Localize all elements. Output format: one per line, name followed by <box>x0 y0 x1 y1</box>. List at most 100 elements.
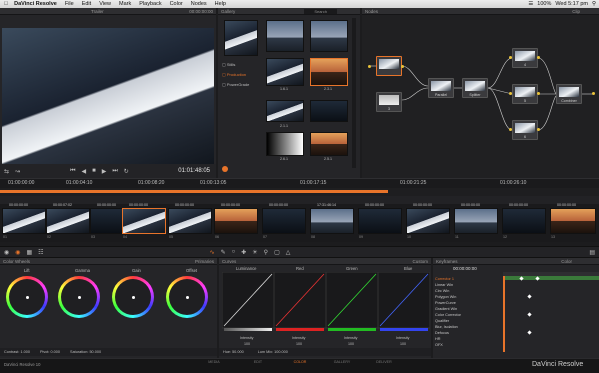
still-4[interactable] <box>310 58 348 86</box>
red-intensity-value[interactable]: 100 <box>296 342 302 346</box>
primaries-mode[interactable]: Primaries <box>195 259 214 264</box>
pivot-value[interactable]: Pivot: 0.000 <box>40 350 60 354</box>
apple-menu-icon[interactable]:  <box>0 1 12 7</box>
clip-10[interactable]: 00:00:00:00 10 <box>406 203 450 239</box>
album-stills[interactable]: ▢ Stills <box>222 62 235 67</box>
curves-graph[interactable] <box>222 272 430 332</box>
sizing-icon[interactable]: ▢ <box>274 249 280 256</box>
clip-04[interactable]: 00:00:00:00 04 <box>122 203 166 239</box>
stop-icon[interactable]: ■ <box>92 168 96 174</box>
clock[interactable]: Wed 5:17 pm <box>555 1 588 7</box>
timeline-ruler[interactable]: 01:00:00:00 01:00:04:10 01:00:08:20 01:0… <box>0 178 599 188</box>
still-1[interactable] <box>266 20 304 52</box>
menu-playback[interactable]: Playback <box>135 1 165 7</box>
clip-08[interactable]: 17:31:46:14 08 <box>310 203 354 239</box>
kf-row-ofx[interactable]: OFX <box>432 342 598 348</box>
red-slider[interactable] <box>276 328 324 331</box>
skip-end-icon[interactable]: ⏭ <box>112 168 117 175</box>
album-powergrade[interactable]: ▢ PowerGrade <box>222 82 249 87</box>
app-menu[interactable]: DaVinci Resolve <box>12 1 61 7</box>
node-4-out[interactable] <box>537 56 540 59</box>
blue-intensity-value[interactable]: 100 <box>400 342 406 346</box>
clip-09[interactable]: 00:00:00:00 09 <box>358 203 402 239</box>
color-wheels-icon[interactable]: ◉ <box>15 249 20 256</box>
lift-wheel[interactable] <box>6 276 48 318</box>
page-deliver[interactable]: DELIVER <box>370 360 398 364</box>
page-color[interactable]: COLOR <box>286 360 314 364</box>
node-splitter[interactable]: Splitter <box>462 78 488 98</box>
menu-color[interactable]: Color <box>166 1 187 7</box>
clip-05[interactable]: 00:00:00:00 05 <box>168 203 212 239</box>
clip-02[interactable]: 00:00:07:02 02 <box>46 203 90 239</box>
menu-view[interactable]: View <box>95 1 115 7</box>
gallery-search-input[interactable]: Search <box>304 8 337 14</box>
node-5-out[interactable] <box>537 92 540 95</box>
clip-01[interactable]: 00:00:00:00 01 <box>2 203 46 239</box>
green-intensity-value[interactable]: 100 <box>348 342 354 346</box>
window-icon[interactable]: ○ <box>232 249 236 255</box>
gamma-wheel[interactable] <box>58 276 100 318</box>
still-8[interactable] <box>310 132 348 156</box>
curves-icon[interactable]: ∿ <box>210 249 215 256</box>
page-gallery[interactable]: GALLERY <box>328 360 356 364</box>
node-input-dot[interactable] <box>368 65 371 68</box>
node-4[interactable]: 4 <box>512 48 538 68</box>
gain-wheel[interactable] <box>112 276 154 318</box>
3d-icon[interactable]: △ <box>286 249 291 256</box>
node-6-in[interactable] <box>509 128 512 131</box>
node-3[interactable]: 3 <box>376 92 402 112</box>
node-output-dot[interactable] <box>592 92 595 95</box>
tracker-icon[interactable]: ✚ <box>241 249 246 256</box>
viewer-image[interactable] <box>2 28 214 168</box>
saturation-value[interactable]: Saturation: 50.000 <box>70 350 101 354</box>
clip-07[interactable]: 00:00:00:00 07 <box>262 203 306 239</box>
node-4-in[interactable] <box>509 56 512 59</box>
clip-11[interactable]: 00:00:00:00 11 <box>454 203 498 239</box>
page-media[interactable]: MEDIA <box>200 360 228 364</box>
menu-mark[interactable]: Mark <box>115 1 135 7</box>
still-7[interactable] <box>266 132 304 156</box>
album-production[interactable]: ▢ Production <box>222 72 246 77</box>
offset-wheel[interactable] <box>166 276 208 318</box>
still-2[interactable] <box>310 20 348 52</box>
clip-06[interactable]: 00:00:00:00 06 <box>214 203 258 239</box>
clip-12[interactable]: 00:00:00:00 12 <box>502 203 546 239</box>
node-6[interactable]: 6 <box>512 120 538 140</box>
page-edit[interactable]: EDIT <box>244 360 272 364</box>
green-slider[interactable] <box>328 328 376 331</box>
node-5-in[interactable] <box>509 92 512 95</box>
gallery-grab-still-icon[interactable] <box>222 166 228 172</box>
still-3[interactable] <box>266 58 304 86</box>
wifi-icon[interactable]: ☰ <box>528 1 533 7</box>
gallery-scrollbar[interactable] <box>352 18 356 168</box>
shuffle-icon[interactable]: ↝ <box>15 168 20 175</box>
still-5[interactable] <box>266 100 304 122</box>
node-1[interactable] <box>376 56 402 76</box>
key-icon[interactable]: ⚲ <box>264 249 268 256</box>
curves-custom-mode[interactable]: Custom <box>412 259 428 264</box>
scopes-icon[interactable]: ▤ <box>589 249 599 256</box>
luminance-slider[interactable] <box>224 328 272 331</box>
blur-icon[interactable]: ☀ <box>252 249 257 256</box>
still-6[interactable] <box>310 100 348 122</box>
camera-raw-icon[interactable]: ◉ <box>4 249 9 256</box>
battery-status[interactable]: 100% <box>537 1 551 7</box>
clip-13[interactable]: 00:00:00:00 13 <box>550 203 596 239</box>
blue-slider[interactable] <box>380 328 428 331</box>
menu-nodes[interactable]: Nodes <box>187 1 211 7</box>
grid-icon[interactable]: ▦ <box>27 249 33 256</box>
node-1-out[interactable] <box>401 65 404 68</box>
menu-edit[interactable]: Edit <box>78 1 95 7</box>
menu-file[interactable]: File <box>61 1 78 7</box>
hue-value[interactable]: Hue: 50.000 <box>223 350 244 354</box>
lum-mix-value[interactable]: Lum Mix: 100.000 <box>258 350 288 354</box>
contrast-value[interactable]: Contrast: 1.000 <box>4 350 30 354</box>
loop-icon[interactable]: ⇆ <box>4 168 9 175</box>
motion-icon[interactable]: ☷ <box>38 249 43 256</box>
keyframe-playhead[interactable] <box>503 276 505 352</box>
node-5[interactable]: 5 <box>512 84 538 104</box>
loop-toggle-icon[interactable]: ↻ <box>124 168 129 175</box>
menu-help[interactable]: Help <box>211 1 230 7</box>
node-combiner[interactable]: Combiner <box>556 84 582 104</box>
search-icon[interactable]: ⚲ <box>592 1 596 7</box>
